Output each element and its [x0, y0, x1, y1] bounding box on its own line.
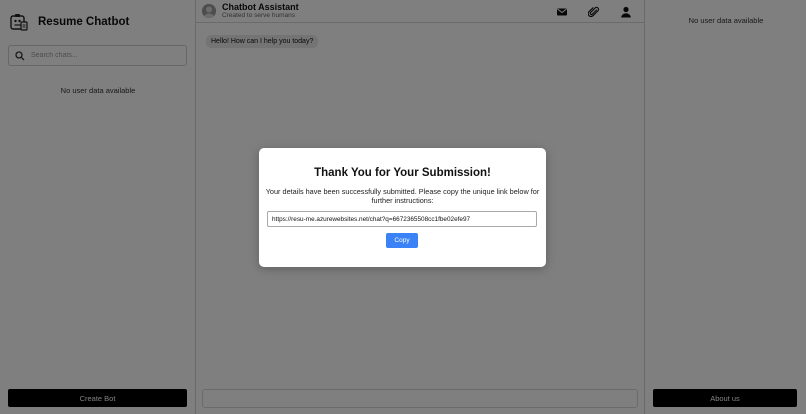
- copy-button[interactable]: Copy: [386, 233, 418, 248]
- unique-link-field[interactable]: [267, 211, 537, 227]
- submission-modal: Thank You for Your Submission! Your deta…: [259, 148, 546, 267]
- modal-title: Thank You for Your Submission!: [314, 167, 491, 179]
- modal-message: Your details have been successfully subm…: [265, 187, 540, 205]
